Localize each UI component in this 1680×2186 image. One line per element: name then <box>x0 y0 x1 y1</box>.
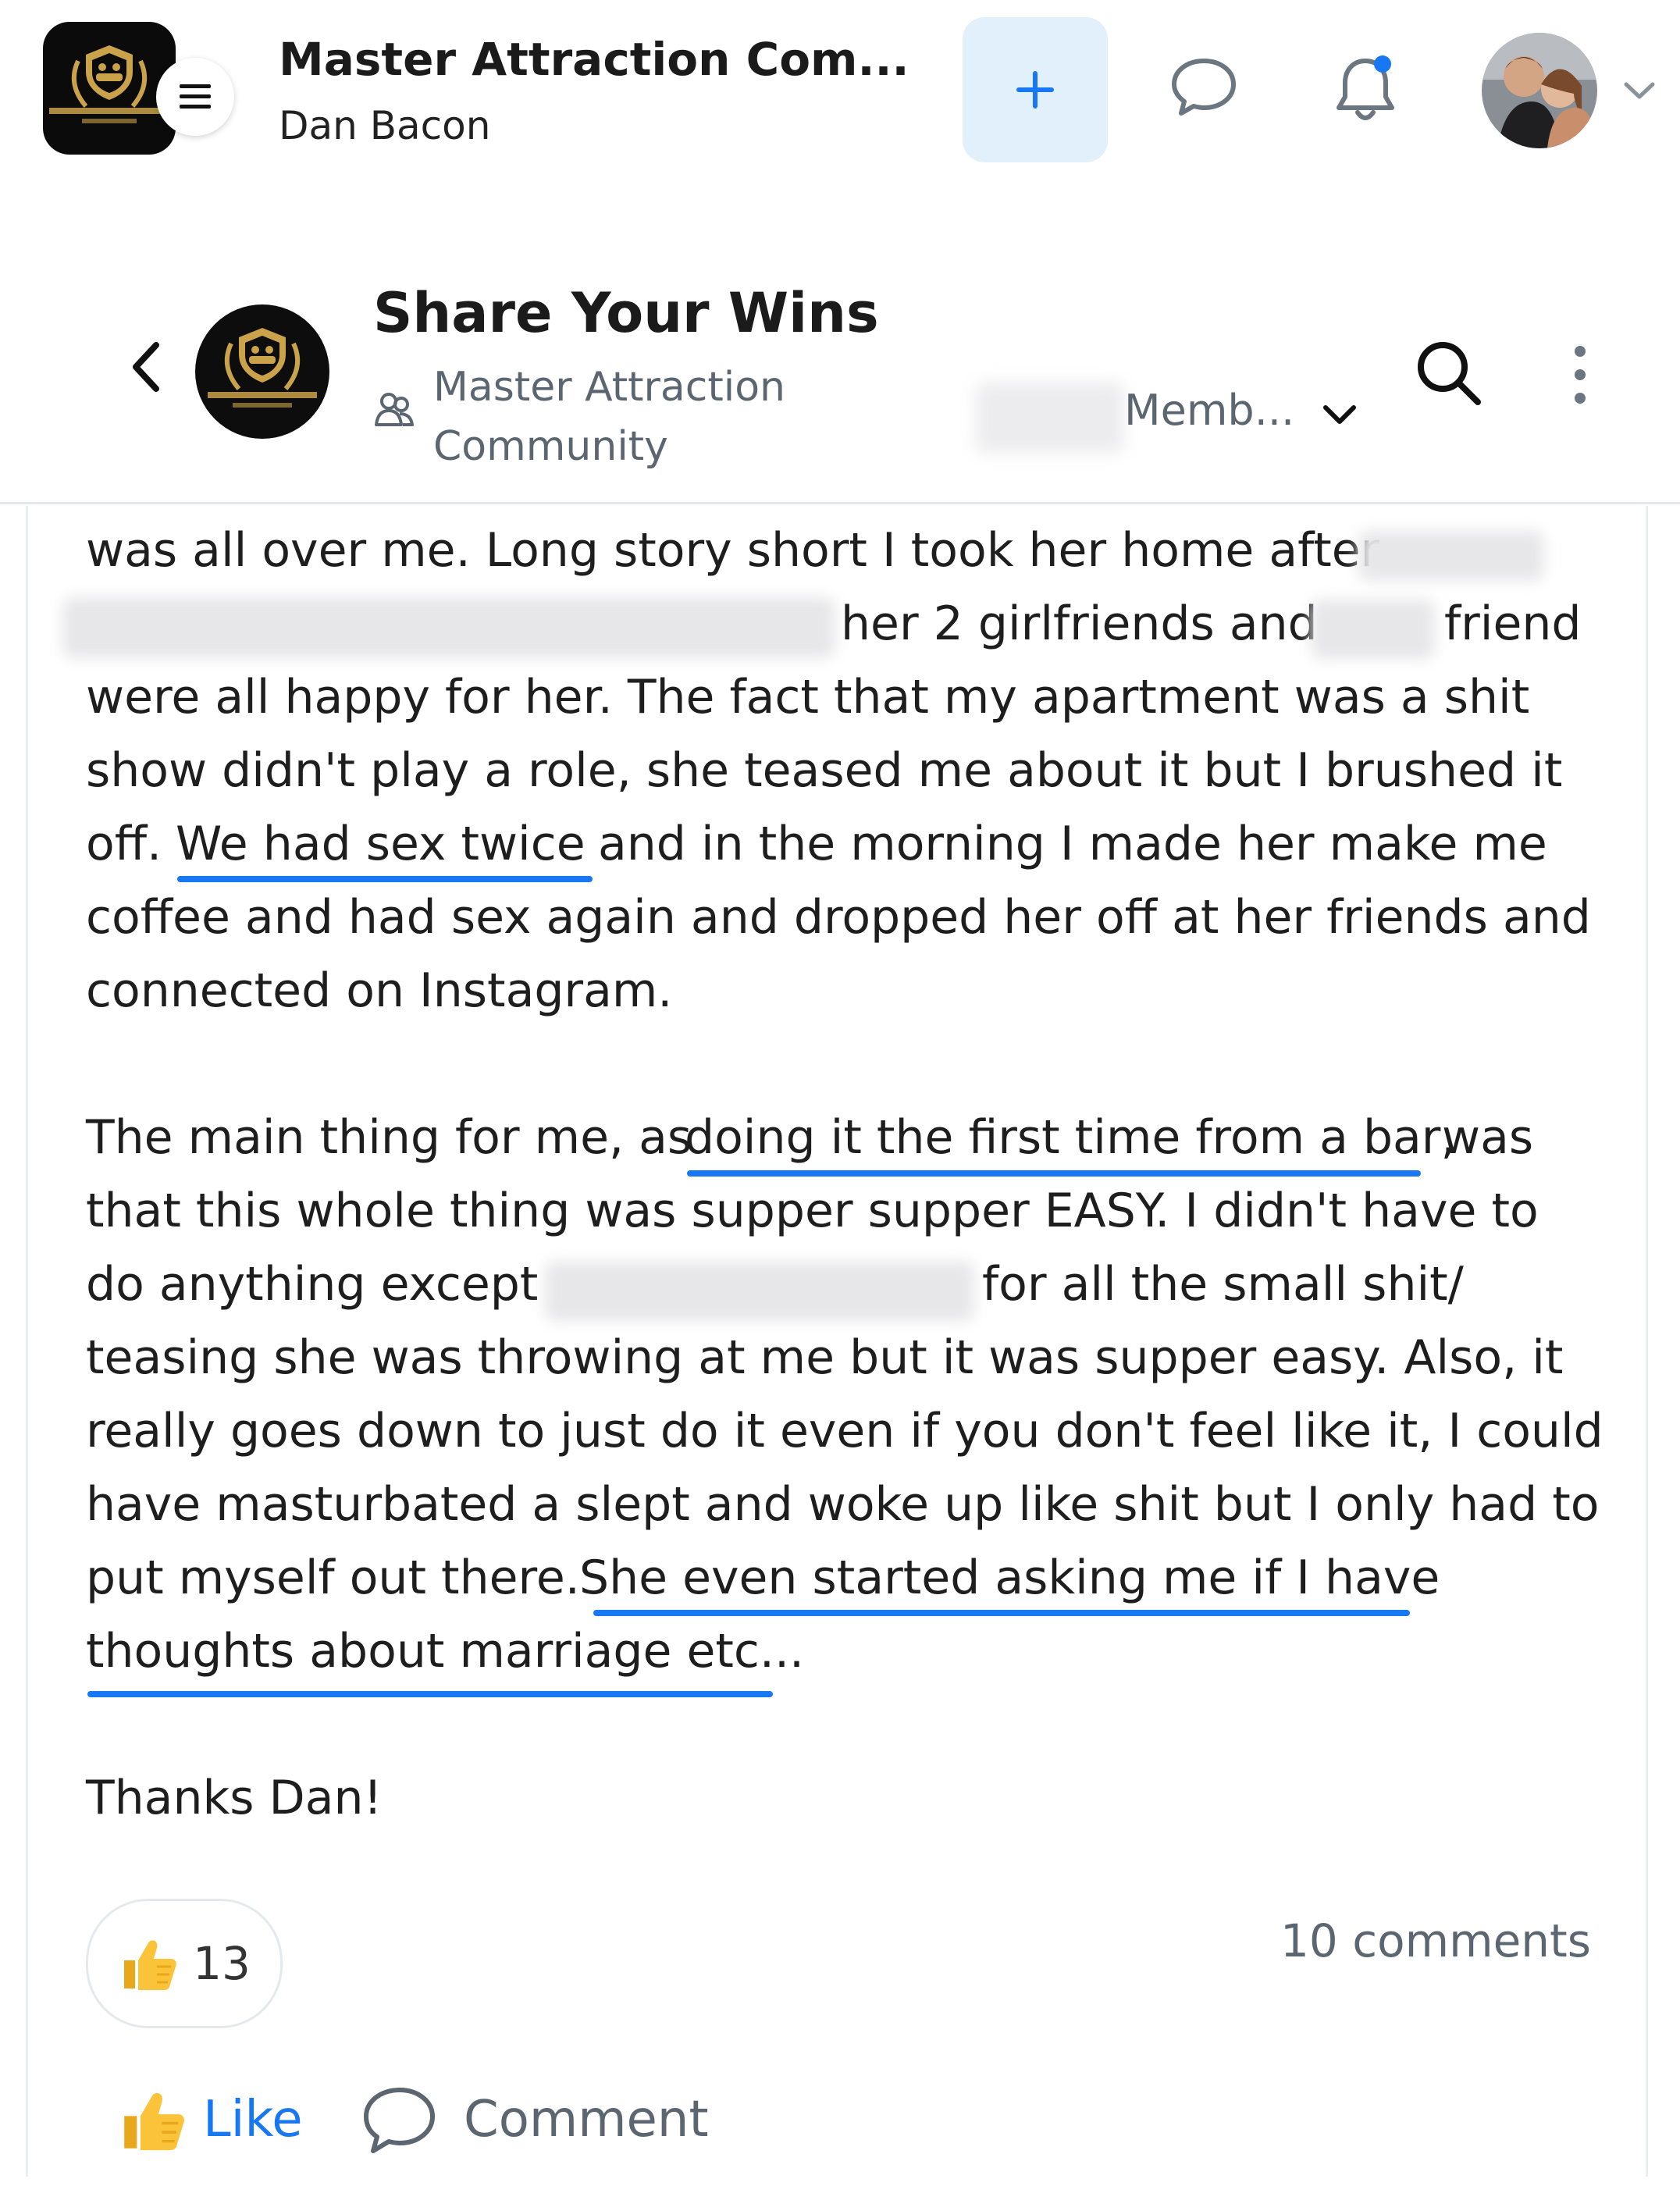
group-title: Share Your Wins <box>373 281 879 345</box>
messages-button[interactable] <box>1169 53 1239 123</box>
search-icon <box>1418 342 1481 405</box>
comment-button[interactable]: Comment <box>361 2077 709 2163</box>
redacted-text <box>1312 600 1435 659</box>
post-text-line: teasing she was throwing at me but it wa… <box>86 1330 1564 1385</box>
account-menu-toggle[interactable] <box>1620 70 1659 109</box>
community-icon <box>373 387 417 431</box>
highlighted-text: She even started asking me if I have <box>579 1550 1440 1605</box>
search-button[interactable] <box>1411 336 1486 411</box>
laurel-crest-icon <box>49 45 169 123</box>
app-owner: Dan Bacon <box>279 103 491 148</box>
avatar-photo-icon <box>1482 33 1597 148</box>
post-text-line: show didn't play a role, she teased me a… <box>86 743 1563 798</box>
comment-label: Comment <box>464 2091 709 2149</box>
membership-dropdown-toggle[interactable] <box>1319 395 1360 436</box>
chat-icon <box>364 2088 435 2153</box>
post-text-line: were all happy for her. The fact that my… <box>86 670 1530 725</box>
post-text-line: for all the small shit/ <box>982 1257 1464 1312</box>
post-text-line: her 2 girlfriends and <box>841 596 1318 651</box>
highlighted-text: thoughts about marriage etc... <box>86 1624 805 1679</box>
comments-count-link[interactable]: 10 comments <box>1280 1914 1591 1967</box>
more-options-button[interactable] <box>1561 336 1599 414</box>
post-signoff: Thanks Dan! <box>86 1771 383 1825</box>
notifications-button[interactable] <box>1329 50 1404 128</box>
redacted-text <box>1358 531 1544 581</box>
post-text-line: really goes down to just do it even if y… <box>86 1404 1603 1458</box>
highlight-underline <box>687 1170 1421 1177</box>
highlight-underline <box>87 1691 773 1697</box>
app-logo[interactable] <box>43 22 176 155</box>
post-text-line: that this whole thing was supper supper … <box>86 1184 1539 1238</box>
post-text-line: off. <box>86 817 162 871</box>
post-text-line: connected on Instagram. <box>86 963 673 1018</box>
post-text-line: coffee and had sex again and dropped her… <box>86 890 1591 945</box>
post-text-line: and in the morning I made her make me <box>598 817 1547 871</box>
redacted-text <box>545 1262 974 1321</box>
post-text-line: put myself out there. <box>86 1550 580 1605</box>
redacted-text <box>976 383 1124 453</box>
membership-dropdown[interactable]: Memb... <box>1124 386 1294 435</box>
bell-icon <box>1337 55 1394 120</box>
highlight-underline <box>177 876 593 882</box>
chat-icon <box>1172 59 1236 116</box>
post-text-line: was <box>1442 1110 1534 1165</box>
create-button[interactable] <box>963 17 1108 162</box>
post-text-line: do anything except <box>86 1257 539 1312</box>
laurel-crest-icon <box>208 328 317 408</box>
group-header: Share Your Wins Master Attraction Commun… <box>0 258 1680 504</box>
group-logo[interactable] <box>195 304 329 439</box>
app-title[interactable]: Master Attraction Com... <box>279 33 909 86</box>
post-text-line: was all over me. Long story short I took… <box>86 523 1380 578</box>
thumbs-up-icon <box>124 1940 176 1990</box>
community-name-line2: Community <box>433 423 668 470</box>
likes-count: 13 <box>193 1937 251 1990</box>
more-vertical-icon <box>1575 346 1586 404</box>
like-label: Like <box>203 2091 303 2149</box>
highlighted-text: We had sex twice <box>176 817 586 871</box>
community-name-link[interactable]: Master Attraction Community <box>433 358 839 476</box>
chevron-down-icon <box>1624 82 1655 99</box>
chevron-left-icon <box>133 342 159 392</box>
user-avatar[interactable] <box>1482 33 1597 148</box>
post-text-line: friend <box>1444 596 1582 651</box>
menu-button[interactable] <box>156 58 234 136</box>
like-button[interactable]: Like <box>117 2077 303 2163</box>
thumbs-up-icon <box>124 2092 184 2151</box>
highlight-underline <box>593 1610 1410 1616</box>
post-text-line: The main thing for me, as <box>86 1110 692 1165</box>
back-button[interactable] <box>125 336 164 398</box>
menu-icon <box>180 84 211 109</box>
top-app-bar: Master Attraction Com... Dan Bacon <box>0 0 1680 180</box>
post-text-line: have masturbated a slept and woke up lik… <box>86 1477 1600 1532</box>
community-name-line1: Master Attraction <box>433 364 785 411</box>
plus-icon <box>1016 71 1054 109</box>
highlighted-text: doing it the first time from a bar, <box>685 1110 1456 1165</box>
redacted-text <box>62 597 835 658</box>
chevron-down-icon <box>1323 405 1356 424</box>
reactions-summary[interactable]: 13 <box>86 1899 283 2028</box>
